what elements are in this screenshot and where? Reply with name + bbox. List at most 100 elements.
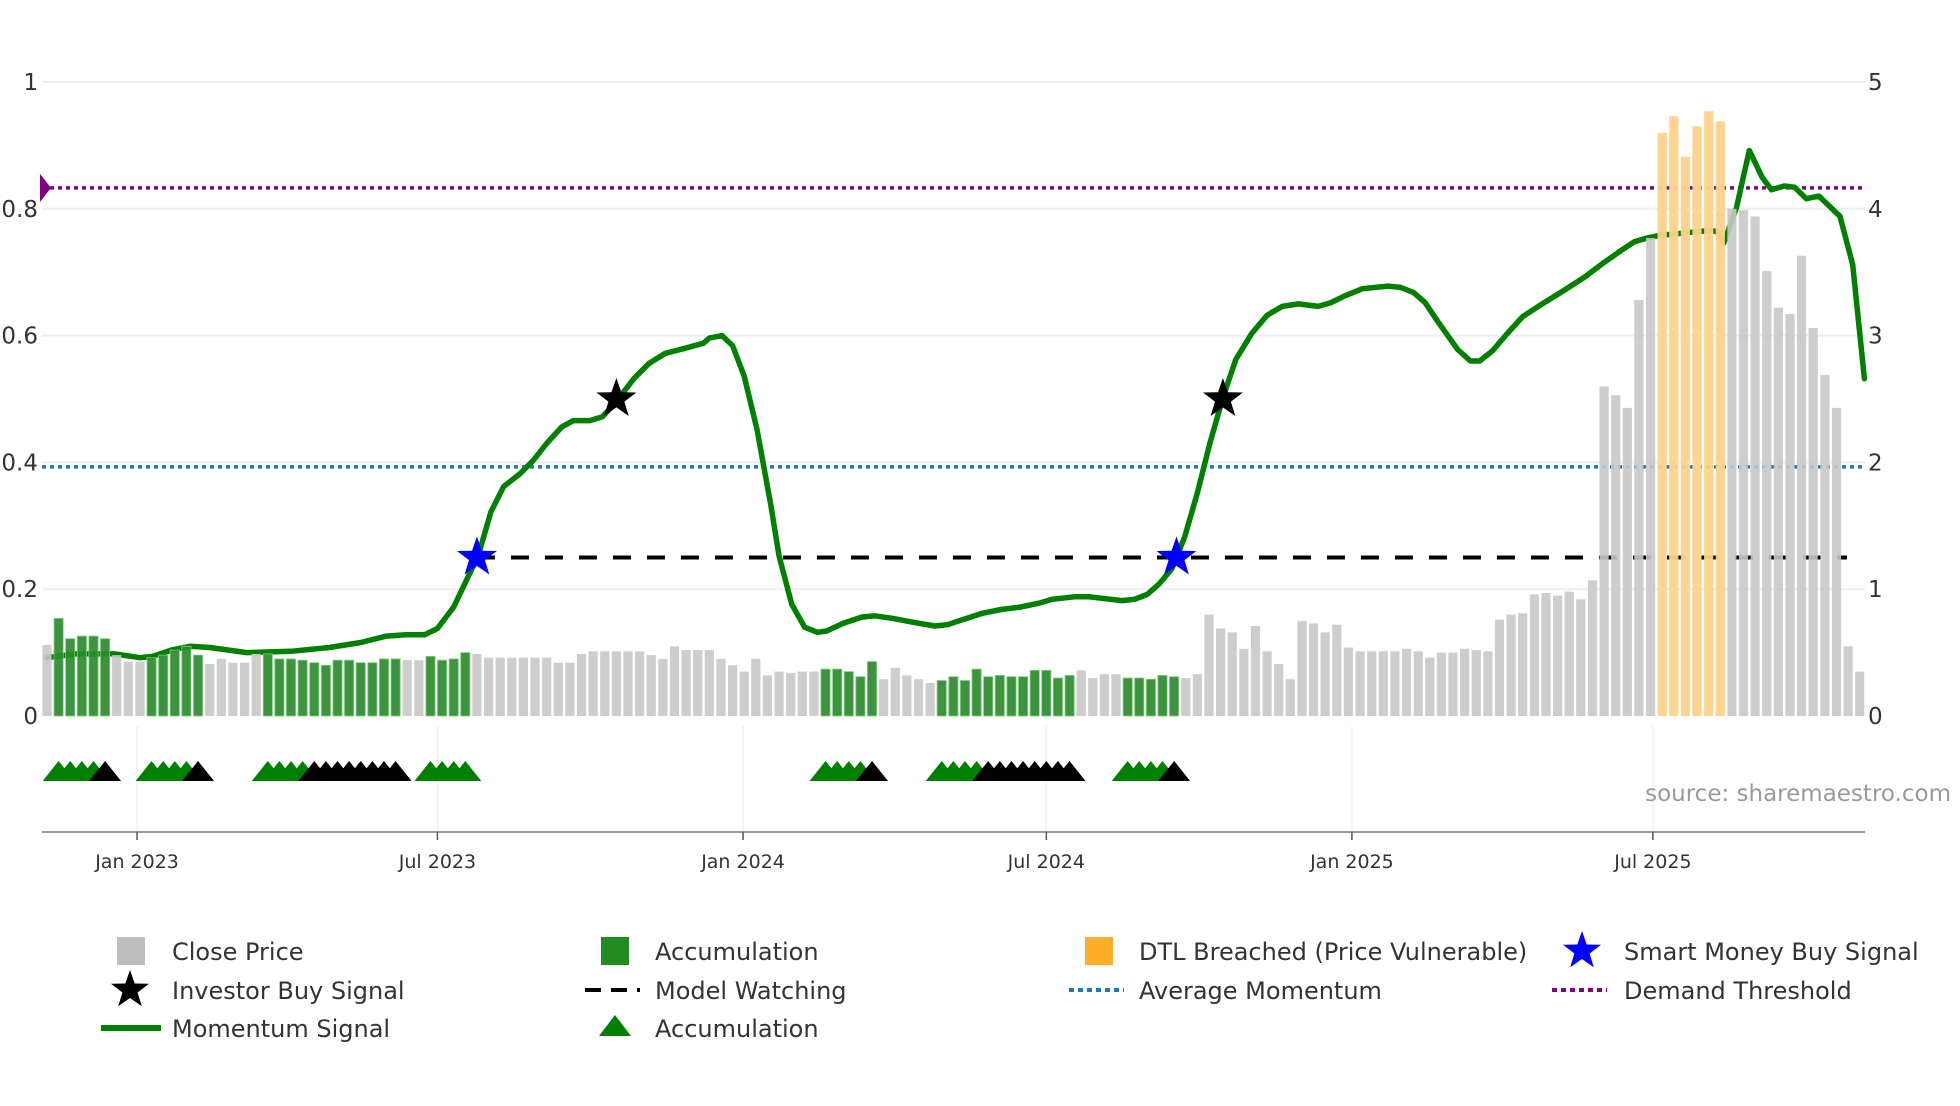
legend-item-smart-money: Smart Money Buy Signal — [1563, 931, 1919, 968]
close-price-bar — [751, 658, 761, 716]
close-price-bar — [600, 651, 610, 716]
legend-item-model-watching: Model Watching — [585, 977, 847, 1005]
accumulation-bar — [378, 658, 389, 717]
left-tick-label: 0.4 — [1, 450, 38, 476]
accumulation-bar — [262, 653, 273, 717]
close-price-bar — [588, 651, 598, 716]
close-price-bar — [1111, 674, 1121, 716]
x-tick-label: Jan 2025 — [1309, 851, 1394, 873]
close-price-bar — [1413, 651, 1423, 716]
close-price-bar — [1262, 651, 1272, 716]
signal-stars — [457, 378, 1243, 575]
accumulation-bar — [1018, 676, 1029, 717]
right-tick-label: 1 — [1868, 577, 1883, 603]
close-price-bar — [774, 671, 784, 716]
legend-item-demand-threshold: Demand Threshold — [1552, 977, 1852, 1005]
legend-item-momentum: Momentum Signal — [101, 1015, 390, 1043]
legend-label: Demand Threshold — [1624, 977, 1852, 1005]
right-tick-label: 5 — [1868, 70, 1883, 96]
legend-label: Investor Buy Signal — [172, 977, 405, 1005]
close-price-bar — [123, 661, 133, 716]
smart-money-buy-star-icon — [457, 536, 497, 575]
close-price-bar — [669, 646, 680, 716]
close-price-bar — [1831, 407, 1842, 716]
accumulation-bar — [390, 658, 401, 717]
close-price-bar — [1297, 620, 1307, 716]
close-price-bar — [1274, 664, 1284, 716]
black-star-icon — [111, 970, 149, 1007]
accumulation-bar — [867, 661, 878, 717]
close-price-bar — [704, 650, 714, 716]
dtl-swatch-icon — [1085, 937, 1113, 965]
right-tick-label: 4 — [1868, 197, 1883, 223]
right-tick-label: 3 — [1868, 324, 1883, 350]
accumulation-bar — [344, 659, 355, 717]
accumulation-bar — [1029, 670, 1040, 717]
close-price-bar — [576, 653, 587, 716]
accumulation-bar — [960, 680, 971, 717]
close-price-swatch-icon — [117, 937, 145, 965]
close-price-bar — [135, 661, 145, 716]
accumulation-bar — [971, 668, 982, 717]
accumulation-bar — [367, 662, 378, 717]
close-price-bar — [565, 662, 575, 716]
close-price-bar — [1611, 395, 1621, 716]
close-price-bar — [1239, 648, 1249, 716]
accumulation-bar — [1006, 676, 1017, 717]
close-price-bar — [1750, 216, 1760, 716]
accumulation-bar — [425, 656, 436, 717]
x-tick-label: Jul 2024 — [1007, 851, 1085, 873]
right-axis-ticks: 0 1 2 3 4 5 — [1868, 70, 1883, 730]
close-price-bar — [1797, 255, 1807, 716]
close-price-bar — [902, 675, 912, 716]
close-price-bar — [402, 660, 412, 716]
legend-item-accumulation-bar: Accumulation — [601, 937, 819, 966]
accumulation-bar — [274, 658, 285, 717]
x-tick-label: Jul 2023 — [398, 851, 476, 873]
close-price-bar — [1181, 678, 1191, 716]
accumulation-bar — [1134, 677, 1145, 717]
accumulation-bar — [1041, 670, 1052, 717]
x-tick-label: Jan 2024 — [700, 851, 785, 873]
close-price-bar — [542, 657, 552, 716]
left-tick-label: 0 — [23, 704, 38, 730]
close-price-bar — [1436, 652, 1446, 716]
close-price-bar — [879, 679, 889, 716]
demand-threshold-marker-icon — [40, 173, 51, 202]
close-price-bar — [1204, 614, 1214, 716]
legend-label: Accumulation — [655, 1015, 819, 1043]
close-price-bar — [716, 658, 726, 716]
close-price-bar — [1587, 580, 1598, 716]
accumulation-bar — [1064, 675, 1075, 717]
accumulation-bar — [994, 675, 1005, 717]
close-price-bar — [1727, 208, 1737, 717]
close-price-bar — [1425, 657, 1435, 716]
dtl-breached-bar — [1692, 126, 1702, 716]
close-price-bar — [786, 672, 796, 716]
reference-lines — [40, 173, 1865, 560]
close-price-bar — [797, 671, 807, 716]
close-price-bar — [1773, 307, 1783, 716]
left-tick-label: 0.8 — [1, 197, 38, 223]
close-price-bar — [1192, 674, 1202, 716]
close-price-bar — [239, 662, 250, 716]
close-price-bar — [913, 679, 924, 716]
accumulation-bar — [1145, 678, 1156, 717]
close-price-bar — [728, 665, 738, 716]
close-price-bar — [414, 660, 424, 716]
close-price-bar — [1390, 651, 1400, 716]
close-price-bar — [1529, 594, 1539, 716]
close-price-bar — [1506, 614, 1516, 716]
accumulation-bar — [832, 668, 843, 717]
accumulation-bar — [309, 662, 320, 717]
close-price-bar — [1564, 591, 1574, 716]
close-price-bar — [1285, 679, 1295, 716]
close-price-bar — [1332, 624, 1342, 716]
momentum-price-chart: 00.20.40.60.81 012345 Jan 2023 Jul 2023 Ja… — [1, 70, 1951, 1043]
accumulation-bar — [437, 659, 448, 717]
close-price-bar — [1367, 651, 1377, 716]
close-price-bar — [518, 657, 528, 716]
close-price-bar — [681, 650, 691, 716]
legend-item-accumulation-marker: Accumulation — [599, 1015, 819, 1043]
investor-buy-star-icon — [1203, 378, 1243, 416]
